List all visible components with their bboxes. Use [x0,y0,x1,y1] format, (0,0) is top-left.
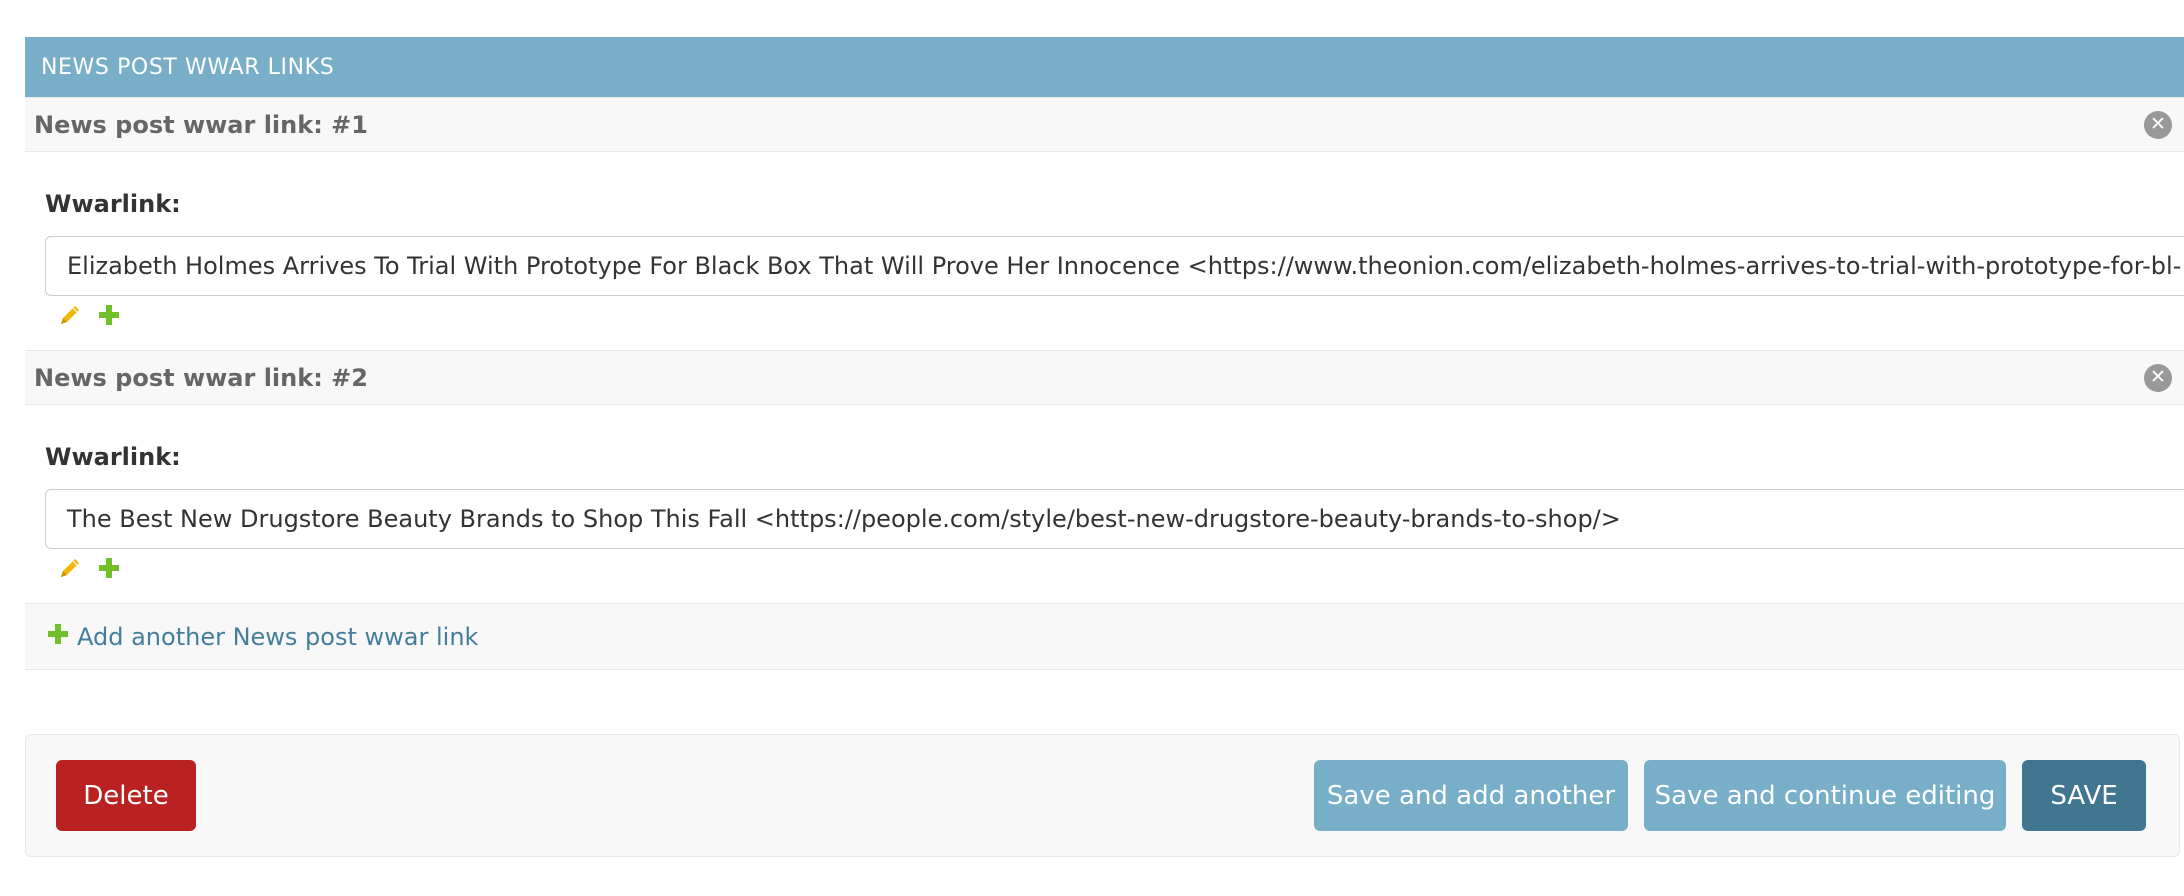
wwarlink-label: Wwarlink: [45,443,181,471]
related-widget-actions [58,303,120,327]
wwarlink-label: Wwarlink: [45,190,181,218]
add-another-label: Add another News post wwar link [77,622,479,651]
save-and-continue-button[interactable]: Save and continue editing [1644,760,2006,831]
inline-item-title: News post wwar link: #1 [34,110,368,139]
wwarlink-value: Elizabeth Holmes Arrives To Trial With P… [67,252,2184,280]
related-widget-actions [58,556,120,580]
module-header: NEWS POST WWAR LINKS [25,37,2184,97]
pencil-icon[interactable] [58,556,82,580]
wwarlink-select[interactable]: Elizabeth Holmes Arrives To Trial With P… [45,236,2184,296]
wwarlink-select[interactable]: The Best New Drugstore Beauty Brands to … [45,489,2184,549]
module-title: NEWS POST WWAR LINKS [41,54,335,80]
add-row: Add another News post wwar link [25,603,2184,670]
plus-icon[interactable] [98,557,120,579]
add-another-link[interactable]: Add another News post wwar link [47,623,478,651]
inline-item-title: News post wwar link: #2 [34,363,368,392]
inline-item: News post wwar link: #1 ✕ Wwarlink: Eliz… [25,97,2184,350]
plus-icon[interactable] [98,304,120,326]
plus-icon [47,623,69,651]
inline-group-news-post-wwar-links: NEWS POST WWAR LINKS News post wwar link… [25,37,2184,670]
inline-item: News post wwar link: #2 ✕ Wwarlink: The … [25,350,2184,603]
close-circle-icon[interactable]: ✕ [2144,363,2172,392]
form-row-wwarlink: Wwarlink: Elizabeth Holmes Arrives To Tr… [25,152,2184,350]
inline-item-header: News post wwar link: #1 ✕ [25,97,2184,152]
submit-row: Delete Save and add another Save and con… [25,734,2180,857]
pencil-icon[interactable] [58,303,82,327]
delete-button[interactable]: Delete [56,760,196,831]
form-row-wwarlink: Wwarlink: The Best New Drugstore Beauty … [25,405,2184,603]
save-and-add-another-button[interactable]: Save and add another [1314,760,1628,831]
inline-item-header: News post wwar link: #2 ✕ [25,350,2184,405]
wwarlink-value: The Best New Drugstore Beauty Brands to … [67,505,1621,533]
save-button[interactable]: SAVE [2022,760,2146,831]
close-circle-icon[interactable]: ✕ [2144,110,2172,139]
